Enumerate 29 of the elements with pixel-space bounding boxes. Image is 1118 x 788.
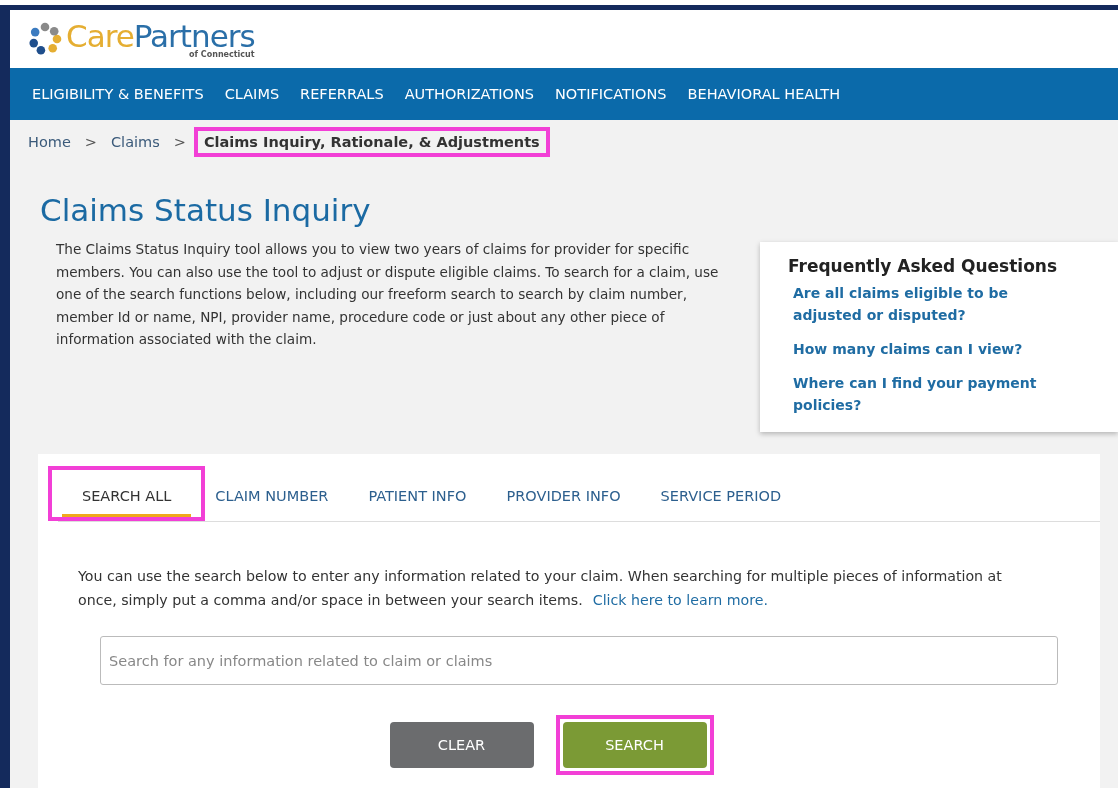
learn-more-link[interactable]: Click here to learn more. [592, 592, 769, 608]
tab[interactable]: PATIENT INFO [348, 466, 487, 521]
faq-link[interactable]: Are all claims eligible to be adjusted or disputed? [793, 282, 1043, 326]
logo-tagline: of Connecticut [189, 49, 255, 59]
nav-link[interactable]: AUTHORIZATIONS [404, 86, 534, 102]
faq-title: Frequently Asked Questions [788, 256, 1059, 276]
breadcrumb-link[interactable]: Home [22, 127, 77, 157]
help-text: You can use the search below to enter any information related to your claim. When searching for multiple pieces of information at once, simply put a comma and/or space in between your search items. Click here to learn more. [78, 567, 1003, 610]
page-title: Claims Status Inquiry [40, 192, 372, 228]
search-button[interactable]: SEARCH [562, 722, 707, 768]
faq-link[interactable]: How many claims can I view? [793, 338, 1043, 360]
tab[interactable]: SEARCH ALL [62, 470, 192, 517]
nav-link[interactable]: REFERRALS [300, 86, 384, 102]
clear-button[interactable]: CLEAR [389, 722, 534, 768]
breadcrumb-separator: > [84, 134, 97, 150]
breadcrumb-separator: > [173, 134, 186, 150]
intro-paragraph: The Claims Status Inquiry tool allows you to view two years of claims for provider for specific members. You can also use the tool to adjust or dispute eligible claims. To search for a claim, use one of the search functions below, including our freeform search to search by claim number, member Id or name, NPI, provider name, procedure code or just about any other piece of information associated with the claim. [56, 240, 720, 349]
breadcrumb-link[interactable]: Claims [105, 127, 166, 157]
nav-link[interactable]: BEHAVIORAL HEALTH [687, 86, 841, 102]
faq-link[interactable]: Where can I find your payment policies? [793, 372, 1043, 416]
tab[interactable]: CLAIM NUMBER [195, 466, 349, 521]
nav-link[interactable]: NOTIFICATIONS [555, 86, 667, 102]
tab[interactable]: PROVIDER INFO [486, 466, 641, 521]
nav-link[interactable]: ELIGIBILITY & BENEFITS [32, 86, 204, 102]
tab[interactable]: SERVICE PERIOD [640, 466, 802, 521]
breadcrumb-link[interactable]: Claims Inquiry, Rationale, & Adjustments [193, 127, 550, 157]
logo-icon [28, 22, 62, 56]
search-field[interactable]: Search for any information related to claim or claims [100, 636, 1058, 685]
nav-link[interactable]: CLAIMS [224, 86, 280, 102]
